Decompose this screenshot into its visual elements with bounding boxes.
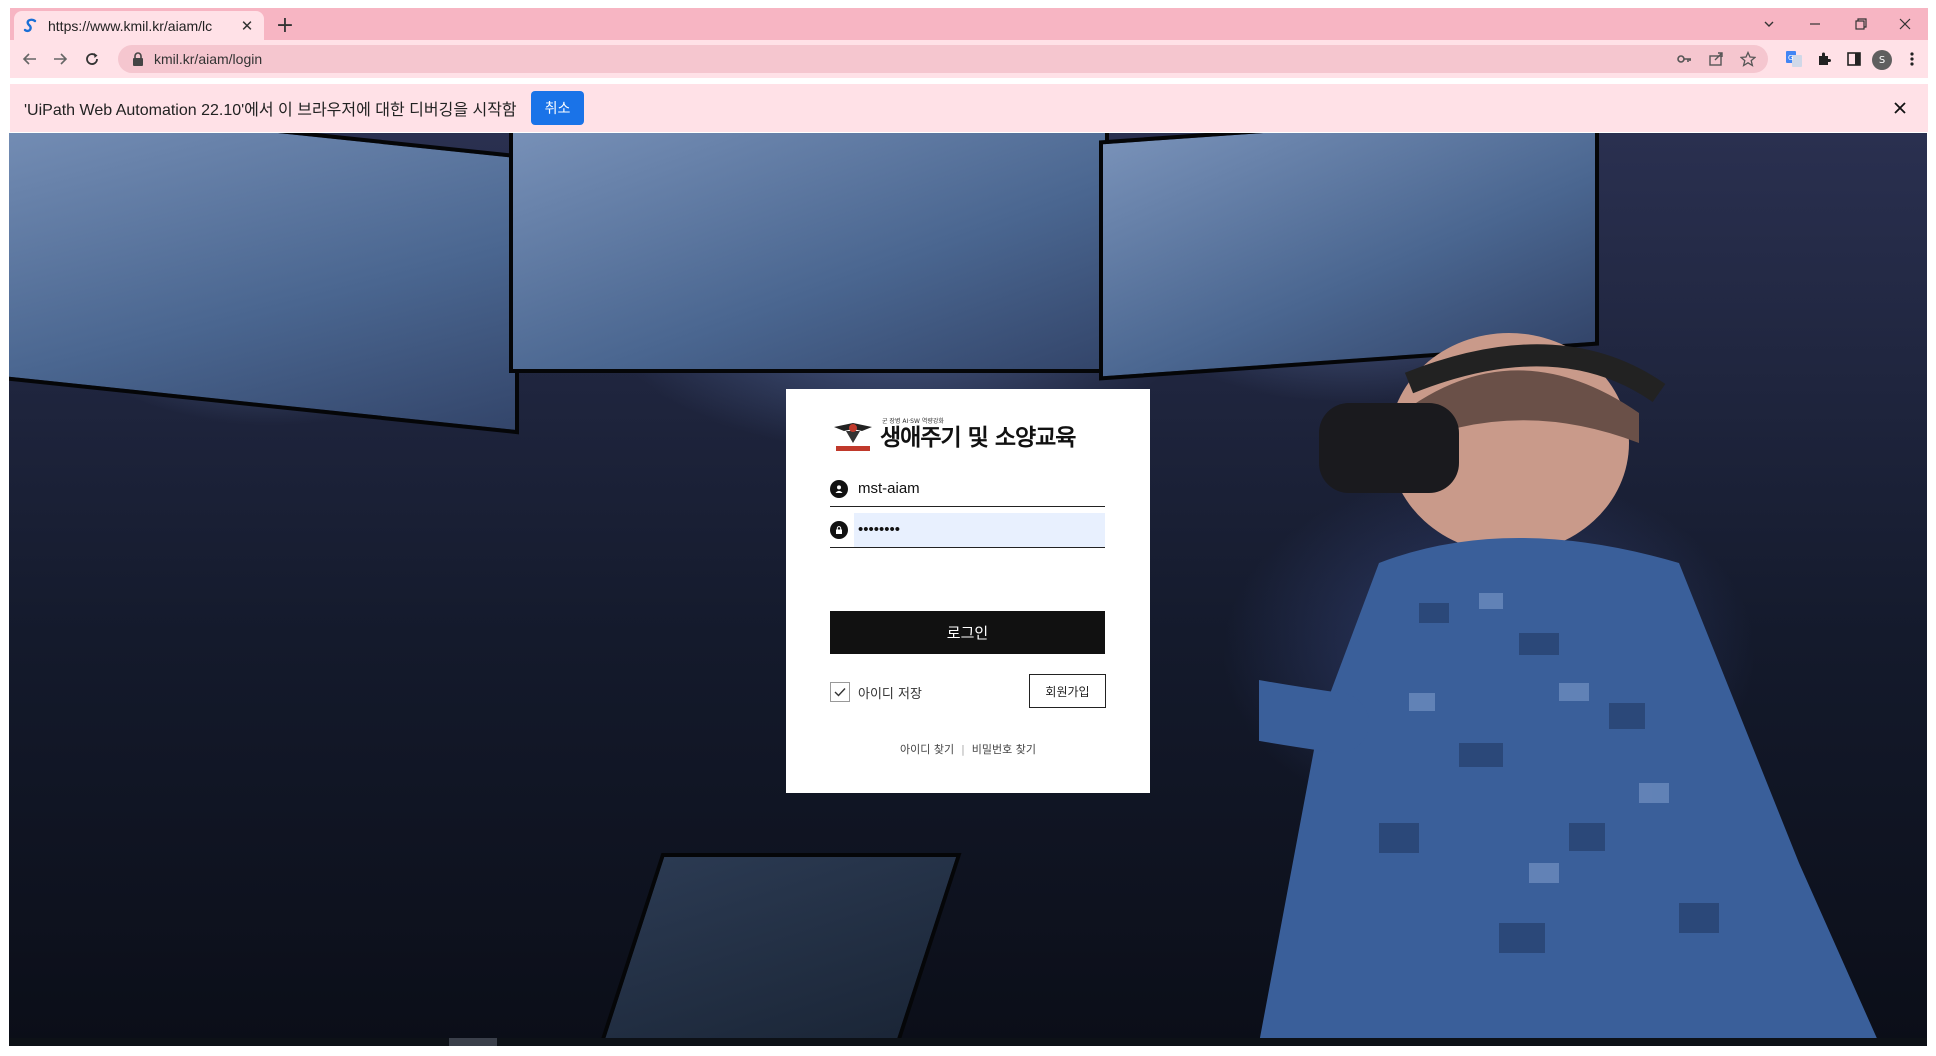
address-bar[interactable]: kmil.kr/aiam/login — [118, 45, 1768, 73]
page-scrollbar[interactable] — [9, 1038, 1927, 1046]
svg-text:G: G — [1788, 54, 1793, 62]
site-logo[interactable]: 군 장병 AI·SW 역량강화 생애주기 및 소양교육 — [832, 411, 1102, 455]
translate-icon[interactable]: G — [1780, 45, 1808, 73]
tab-title: https://www.kmil.kr/aiam/lc — [48, 17, 213, 34]
background-screen-center — [509, 133, 1109, 373]
browser-tab[interactable]: https://www.kmil.kr/aiam/lc ✕ — [14, 11, 264, 40]
user-icon — [830, 479, 848, 498]
army-emblem-icon — [834, 423, 872, 451]
extensions-icon[interactable] — [1810, 45, 1838, 73]
logo-subtitle: 군 장병 AI·SW 역량강화 — [882, 417, 944, 425]
side-panel-icon[interactable] — [1840, 45, 1868, 73]
password-input[interactable] — [854, 512, 1105, 547]
checkbox-checked-icon[interactable] — [830, 682, 850, 702]
new-tab-button[interactable]: + — [272, 12, 298, 38]
password-field — [830, 512, 1105, 548]
lock-icon — [830, 520, 848, 539]
infobar-message: 'UiPath Web Automation 22.10'에서 이 브라우저에 … — [24, 102, 517, 119]
browser-chrome: https://www.kmil.kr/aiam/lc ✕ + kmil.kr/… — [10, 8, 1928, 132]
share-icon[interactable] — [1704, 46, 1728, 72]
find-password-link[interactable]: 비밀번호 찾기 — [972, 741, 1036, 757]
vr-soldier-illustration — [1259, 333, 1879, 1043]
forward-icon[interactable] — [46, 45, 74, 73]
username-field — [830, 471, 1105, 507]
browser-toolbar: kmil.kr/aiam/login G S — [10, 40, 1928, 78]
reload-icon[interactable] — [78, 45, 106, 73]
site-favicon-icon — [22, 17, 40, 35]
background-screen-left — [9, 133, 519, 435]
remember-id-checkbox[interactable]: 아이디 저장 — [830, 682, 922, 702]
password-key-icon[interactable] — [1672, 46, 1696, 72]
signup-button[interactable]: 회원가입 — [1029, 674, 1106, 708]
back-icon[interactable] — [16, 45, 44, 73]
profile-avatar[interactable]: S — [1872, 50, 1892, 70]
infobar-close-icon[interactable] — [1888, 96, 1912, 120]
tab-bar: https://www.kmil.kr/aiam/lc ✕ + — [10, 8, 1928, 40]
tab-search-icon[interactable] — [1746, 8, 1792, 40]
find-account-links: 아이디 찾기 | 비밀번호 찾기 — [786, 741, 1150, 757]
tab-close-icon[interactable]: ✕ — [238, 17, 256, 35]
username-input[interactable] — [854, 471, 1105, 506]
browser-menu-icon[interactable] — [1898, 45, 1926, 73]
bookmark-star-icon[interactable] — [1736, 46, 1760, 72]
background-console-screen — [596, 853, 962, 1046]
window-close-icon[interactable] — [1882, 8, 1928, 40]
debugging-infobar: 'UiPath Web Automation 22.10'에서 이 브라우저에 … — [10, 84, 1928, 132]
page-scrollbar-thumb[interactable] — [449, 1038, 497, 1046]
lock-icon[interactable] — [130, 51, 146, 67]
url-text[interactable]: kmil.kr/aiam/login — [154, 51, 262, 67]
remember-id-label[interactable]: 아이디 저장 — [858, 683, 922, 702]
minimize-icon[interactable] — [1792, 8, 1838, 40]
link-separator: | — [961, 742, 965, 756]
restore-icon[interactable] — [1838, 8, 1884, 40]
login-card: 군 장병 AI·SW 역량강화 생애주기 및 소양교육 로그인 아이디 저장 회… — [786, 389, 1150, 793]
find-id-link[interactable]: 아이디 찾기 — [900, 741, 954, 757]
infobar-cancel-button[interactable]: 취소 — [530, 91, 585, 125]
login-button[interactable]: 로그인 — [830, 611, 1105, 654]
logo-title: 생애주기 및 소양교육 — [880, 424, 1076, 451]
